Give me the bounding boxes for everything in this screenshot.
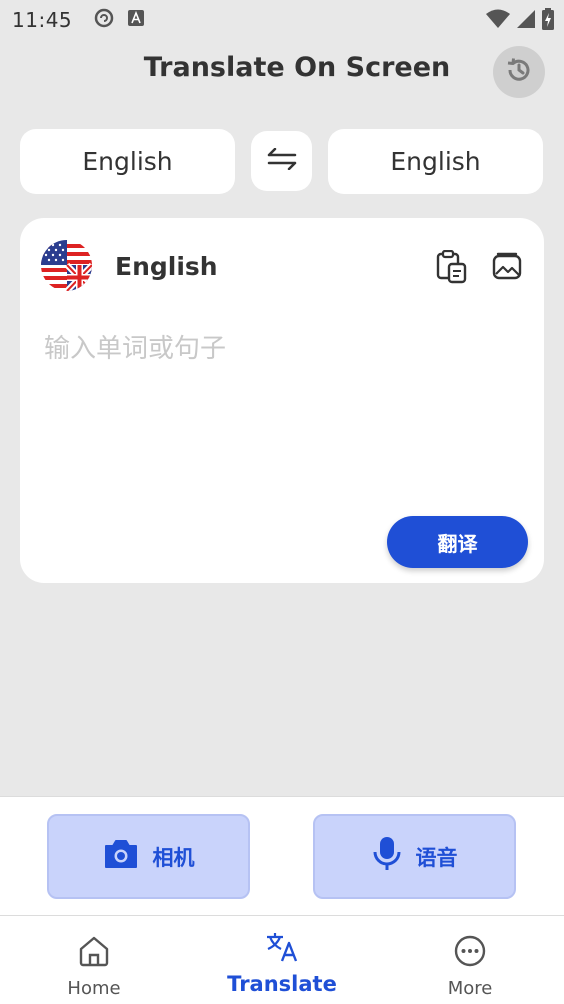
uk-us-flag-icon: [41, 240, 92, 291]
signal-icon: [516, 9, 536, 33]
nav-translate-label: Translate: [227, 972, 337, 996]
action-area: 相机 语音: [0, 796, 564, 915]
page-title: Translate On Screen: [143, 52, 451, 83]
nav-more[interactable]: More: [376, 916, 564, 1004]
swap-languages-button[interactable]: [251, 131, 312, 191]
sync-icon: [94, 8, 114, 32]
image-icon[interactable]: [492, 252, 522, 284]
history-button[interactable]: [493, 46, 545, 98]
swap-arrows-icon: [267, 147, 297, 174]
translate-button[interactable]: 翻译: [387, 516, 528, 568]
voice-label: 语音: [415, 845, 458, 870]
translate-icon: [265, 930, 299, 964]
input-card: English 翻译: [20, 218, 544, 583]
home-icon: [78, 934, 110, 968]
microphone-icon: [372, 836, 402, 877]
camera-icon: [103, 839, 139, 874]
target-language-button[interactable]: English: [328, 129, 543, 194]
voice-button[interactable]: 语音: [313, 814, 516, 899]
nav-home-label: Home: [67, 978, 121, 999]
history-icon: [504, 55, 534, 89]
font-icon: [128, 10, 145, 30]
battery-icon: [542, 8, 554, 34]
nav-translate[interactable]: Translate: [188, 916, 376, 1004]
paste-icon[interactable]: [436, 249, 468, 288]
wifi-icon: [486, 9, 510, 33]
input-language-label: English: [115, 252, 218, 281]
camera-button[interactable]: 相机: [47, 814, 250, 899]
source-language-button[interactable]: English: [20, 129, 235, 194]
nav-home[interactable]: Home: [0, 916, 188, 1004]
text-input[interactable]: [44, 328, 514, 508]
more-icon: [454, 934, 486, 968]
bottom-nav: Home Translate More: [0, 915, 564, 1004]
camera-label: 相机: [152, 845, 195, 870]
status-time: 11:45: [12, 8, 73, 32]
status-bar: 11:45: [0, 0, 564, 40]
nav-more-label: More: [447, 978, 493, 999]
